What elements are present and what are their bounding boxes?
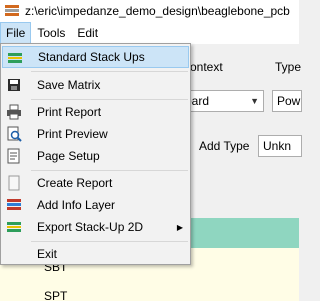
menu-separator	[31, 71, 188, 72]
info-layer-icon	[6, 197, 22, 213]
menu-item-print-preview[interactable]: Print Preview	[2, 123, 189, 145]
menu-separator	[31, 241, 188, 242]
add-type-label: Add Type	[199, 139, 250, 153]
unknown-combo-value: Unkn	[263, 139, 292, 153]
grid-row-spt[interactable]: SPT	[44, 289, 67, 301]
menu-item-label: Export Stack-Up 2D	[37, 220, 144, 234]
menu-separator	[31, 170, 188, 171]
unknown-combo[interactable]: Unkn	[258, 135, 302, 157]
menu-file[interactable]: File	[0, 22, 32, 44]
save-icon	[6, 77, 22, 93]
menu-item-save-matrix[interactable]: Save Matrix	[2, 74, 189, 96]
file-menu-dropdown: Standard Stack Ups Save Matrix Print Rep…	[0, 43, 191, 265]
window-title: z:\eric\impedanze_demo_design\beaglebone…	[25, 4, 290, 18]
print-icon	[6, 104, 22, 120]
menu-item-export-stackup-2d[interactable]: Export Stack-Up 2D ▶	[2, 216, 189, 238]
pow-combo[interactable]: Pow	[272, 90, 302, 112]
board-combo[interactable]: oard ▼	[180, 90, 264, 112]
menu-item-print-report[interactable]: Print Report	[2, 101, 189, 123]
submenu-arrow-icon: ▶	[176, 222, 183, 232]
menu-item-standard-stack-ups[interactable]: Standard Stack Ups	[2, 46, 189, 68]
menu-item-label: Save Matrix	[37, 78, 101, 92]
menu-item-label: Exit	[37, 247, 58, 261]
menu-bar: File Tools Edit	[0, 22, 299, 44]
page-setup-icon	[6, 148, 22, 164]
chevron-down-icon: ▼	[250, 96, 259, 106]
menu-item-label: Print Report	[37, 105, 102, 119]
menu-item-create-report[interactable]: Create Report	[2, 172, 189, 194]
type-label: Type	[275, 60, 302, 74]
menu-item-exit[interactable]: Exit	[2, 243, 189, 265]
pow-combo-value: Pow	[277, 94, 301, 108]
menu-edit[interactable]: Edit	[71, 22, 104, 44]
menu-item-add-info-layer[interactable]: Add Info Layer	[2, 194, 189, 216]
menu-item-label: Add Info Layer	[37, 198, 116, 212]
app-icon	[4, 3, 20, 19]
title-bar: z:\eric\impedanze_demo_design\beaglebone…	[0, 0, 299, 22]
export-stackup-icon	[6, 219, 22, 235]
menu-item-label: Page Setup	[37, 149, 100, 163]
context-label: ontext	[190, 60, 223, 74]
menu-item-label: Standard Stack Ups	[38, 50, 145, 64]
menu-tools[interactable]: Tools	[31, 22, 71, 44]
menu-item-page-setup[interactable]: Page Setup	[2, 145, 189, 167]
menu-item-label: Print Preview	[37, 127, 108, 141]
stackup-icon	[7, 50, 23, 66]
menu-separator	[31, 99, 188, 100]
report-icon	[6, 175, 22, 191]
print-preview-icon	[6, 126, 22, 142]
menu-item-label: Create Report	[37, 176, 113, 190]
